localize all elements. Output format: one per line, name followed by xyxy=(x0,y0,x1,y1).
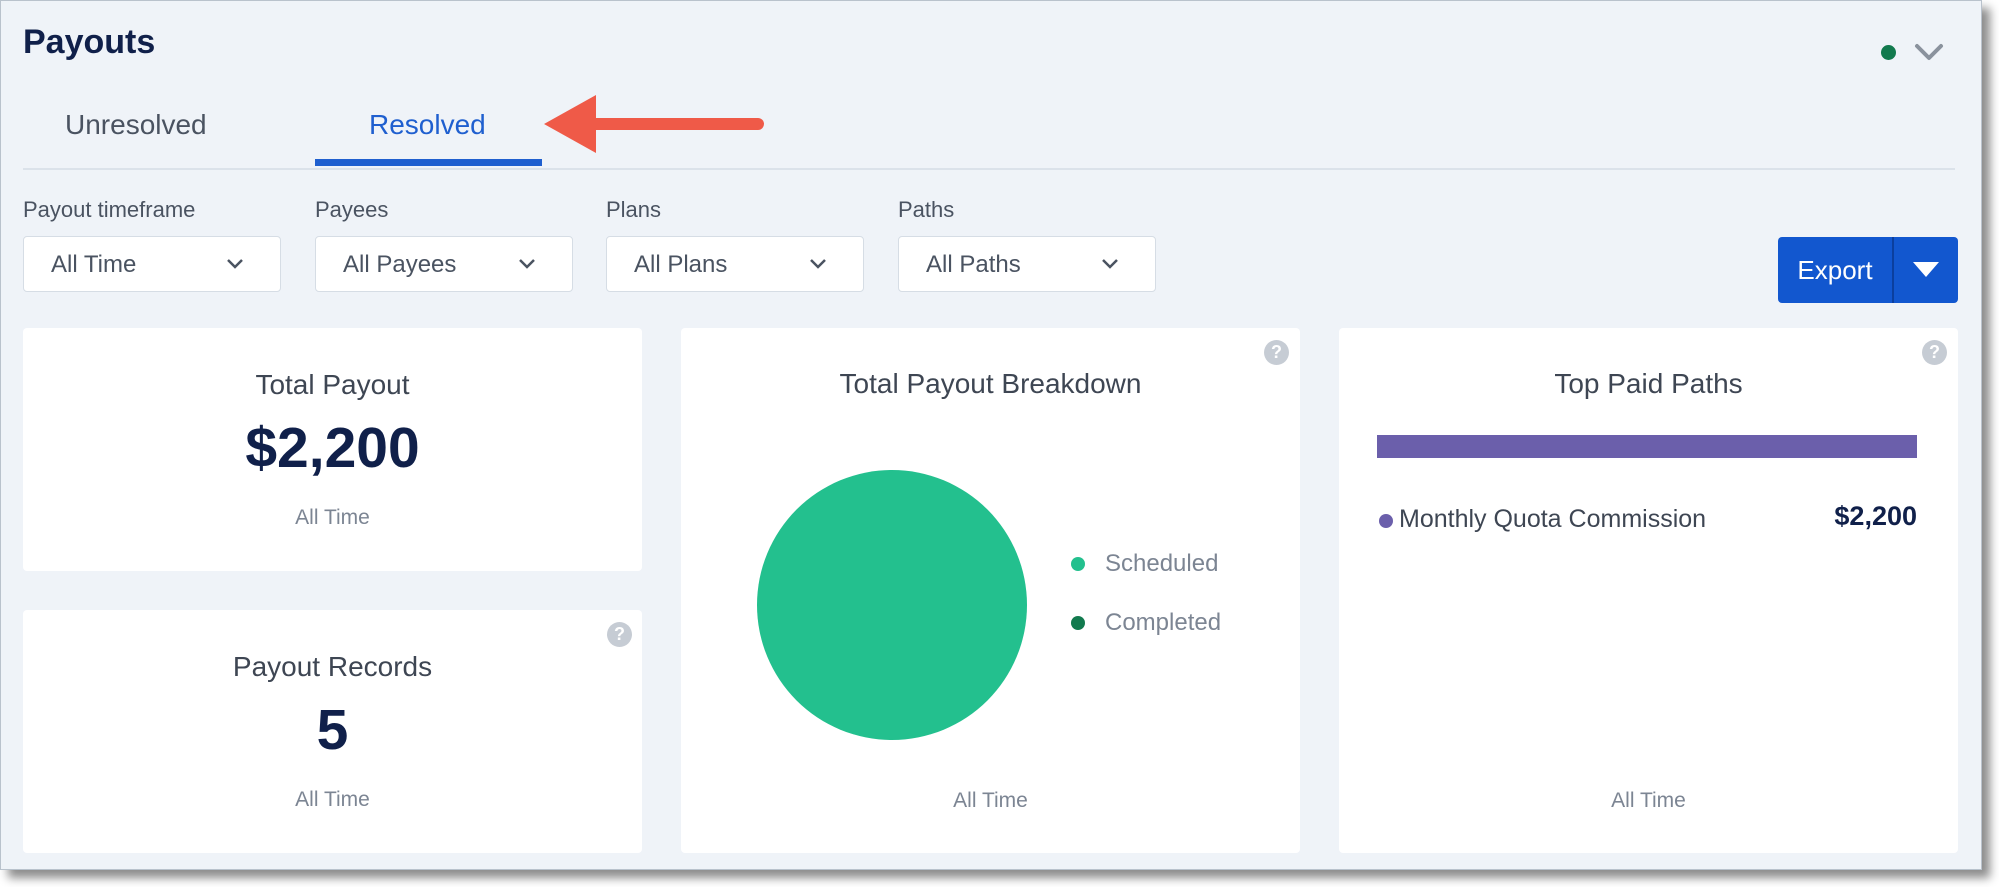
payout-records-card: ? Payout Records 5 All Time xyxy=(23,610,642,853)
card-period: All Time xyxy=(953,789,1028,812)
card-title: Payout Records xyxy=(232,651,433,682)
filter-label-payees: Payees xyxy=(315,197,389,222)
filter-label-plans: Plans xyxy=(606,197,662,222)
pie-slice-scheduled xyxy=(757,470,1027,740)
path-bar-monthly-quota-commission[interactable] xyxy=(1377,435,1917,458)
legend-dot xyxy=(1071,616,1085,630)
filter-label-timeframe: Payout timeframe xyxy=(23,197,196,222)
export-dropdown-button[interactable] xyxy=(1894,237,1958,303)
payees-select-value: All Payees xyxy=(343,251,457,278)
payouts-panel: Payouts Unresolved Resolved Payout timef… xyxy=(0,0,1982,870)
top-paid-paths-card: ? Top Paid Paths Monthly Quota Commissio… xyxy=(1339,328,1958,853)
chevron-down-icon xyxy=(1915,44,1943,60)
legend-dot xyxy=(1071,557,1085,571)
legend-label: Scheduled xyxy=(1105,550,1219,577)
total-payout-card: Total Payout $2,200 All Time xyxy=(23,328,642,571)
filter-label-paths: Paths xyxy=(898,197,955,222)
caret-down-icon xyxy=(1913,262,1939,277)
annotation-arrow xyxy=(544,95,764,153)
card-period: All Time xyxy=(295,788,370,811)
card-title: Top Paid Paths xyxy=(1554,368,1743,399)
breakdown-pie-chart[interactable] xyxy=(755,468,1029,742)
payout-records-value: 5 xyxy=(316,698,349,762)
path-bar-track xyxy=(1377,435,1917,458)
collapse-toggle[interactable] xyxy=(1911,35,1947,69)
help-icon[interactable]: ? xyxy=(1922,340,1947,365)
paths-select-value: All Paths xyxy=(926,251,1021,278)
card-period: All Time xyxy=(1611,789,1686,812)
tab-resolved[interactable]: Resolved xyxy=(369,109,486,141)
path-name: Monthly Quota Commission xyxy=(1399,505,1707,533)
legend-dot xyxy=(1379,514,1393,528)
export-split-button: Export xyxy=(1778,237,1958,303)
active-tab-indicator xyxy=(315,159,542,166)
chevron-down-icon xyxy=(227,259,243,269)
plans-select[interactable]: All Plans xyxy=(606,236,864,292)
payees-select[interactable]: All Payees xyxy=(315,236,573,292)
page-title: Payouts xyxy=(23,23,156,61)
timeframe-select-value: All Time xyxy=(51,251,137,278)
status-dot xyxy=(1881,45,1896,60)
export-button[interactable]: Export xyxy=(1778,237,1892,303)
plans-select-value: All Plans xyxy=(634,251,728,278)
total-payout-value: $2,200 xyxy=(245,416,420,480)
tab-unresolved[interactable]: Unresolved xyxy=(65,109,207,141)
legend-label: Completed xyxy=(1105,609,1222,636)
paths-select[interactable]: All Paths xyxy=(898,236,1156,292)
payout-breakdown-card: ? Total Payout Breakdown Scheduled Compl… xyxy=(681,328,1300,853)
path-amount: $2,200 xyxy=(1834,501,1917,531)
timeframe-select[interactable]: All Time xyxy=(23,236,281,292)
card-title: Total Payout xyxy=(255,369,410,400)
card-period: All Time xyxy=(295,506,370,529)
chevron-down-icon xyxy=(810,259,826,269)
tabs-divider xyxy=(23,168,1955,170)
chevron-down-icon xyxy=(1102,259,1118,269)
path-row: Monthly Quota Commission $2,200 xyxy=(1377,501,1917,539)
help-icon[interactable]: ? xyxy=(1264,340,1289,365)
help-icon[interactable]: ? xyxy=(607,622,632,647)
card-title: Total Payout Breakdown xyxy=(839,368,1142,399)
chevron-down-icon xyxy=(519,259,535,269)
